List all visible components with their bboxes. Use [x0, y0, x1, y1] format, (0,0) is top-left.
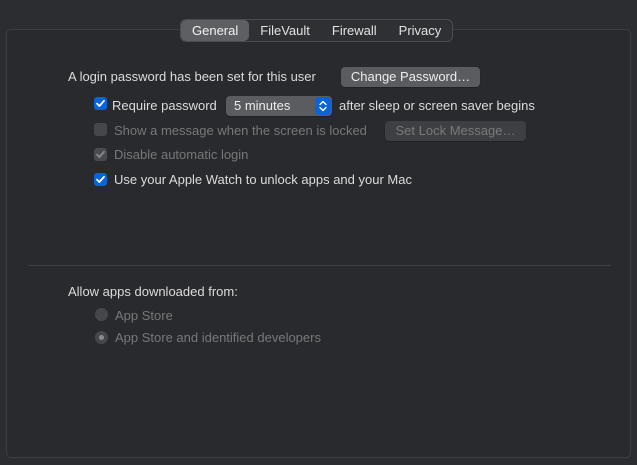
- up-down-chevron-icon: [319, 100, 327, 112]
- tab-general[interactable]: General: [181, 20, 250, 41]
- require-password-delay-value: 5 minutes: [234, 98, 291, 113]
- disable-auto-login-label: Disable automatic login: [114, 147, 249, 162]
- tab-firewall[interactable]: Firewall: [321, 20, 388, 41]
- popup-stepper: [315, 97, 331, 115]
- tab-filevault[interactable]: FileVault: [249, 20, 321, 41]
- apple-watch-unlock-label: Use your Apple Watch to unlock apps and …: [114, 172, 412, 187]
- general-panel: [6, 29, 631, 458]
- radio-app-store-identified-label: App Store and identified developers: [115, 330, 321, 345]
- security-privacy-window: General FileVault Firewall Privacy A log…: [0, 0, 637, 465]
- radio-app-store-identified[interactable]: [95, 331, 108, 344]
- apple-watch-unlock-checkbox[interactable]: [94, 173, 107, 186]
- login-password-status: A login password has been set for this u…: [68, 69, 316, 84]
- require-password-suffix: after sleep or screen saver begins: [339, 98, 535, 113]
- radio-app-store-label: App Store: [115, 308, 173, 323]
- tab-privacy[interactable]: Privacy: [388, 20, 453, 41]
- radio-app-store[interactable]: [95, 308, 108, 321]
- show-message-label: Show a message when the screen is locked: [114, 123, 367, 138]
- section-divider: [28, 265, 611, 266]
- radio-selected-dot: [99, 335, 104, 340]
- disable-auto-login-checkbox[interactable]: [94, 148, 107, 161]
- require-password-checkbox[interactable]: [94, 97, 107, 110]
- allow-apps-heading: Allow apps downloaded from:: [68, 284, 238, 299]
- checkmark-icon: [96, 99, 105, 107]
- show-message-checkbox[interactable]: [94, 123, 107, 136]
- require-password-label: Require password: [112, 98, 217, 113]
- tab-bar: General FileVault Firewall Privacy: [180, 19, 454, 42]
- set-lock-message-button[interactable]: Set Lock Message…: [385, 121, 526, 141]
- change-password-button[interactable]: Change Password…: [341, 67, 480, 87]
- checkmark-icon: [96, 175, 105, 183]
- require-password-delay-popup[interactable]: 5 minutes: [226, 96, 332, 116]
- checkmark-icon: [96, 150, 105, 158]
